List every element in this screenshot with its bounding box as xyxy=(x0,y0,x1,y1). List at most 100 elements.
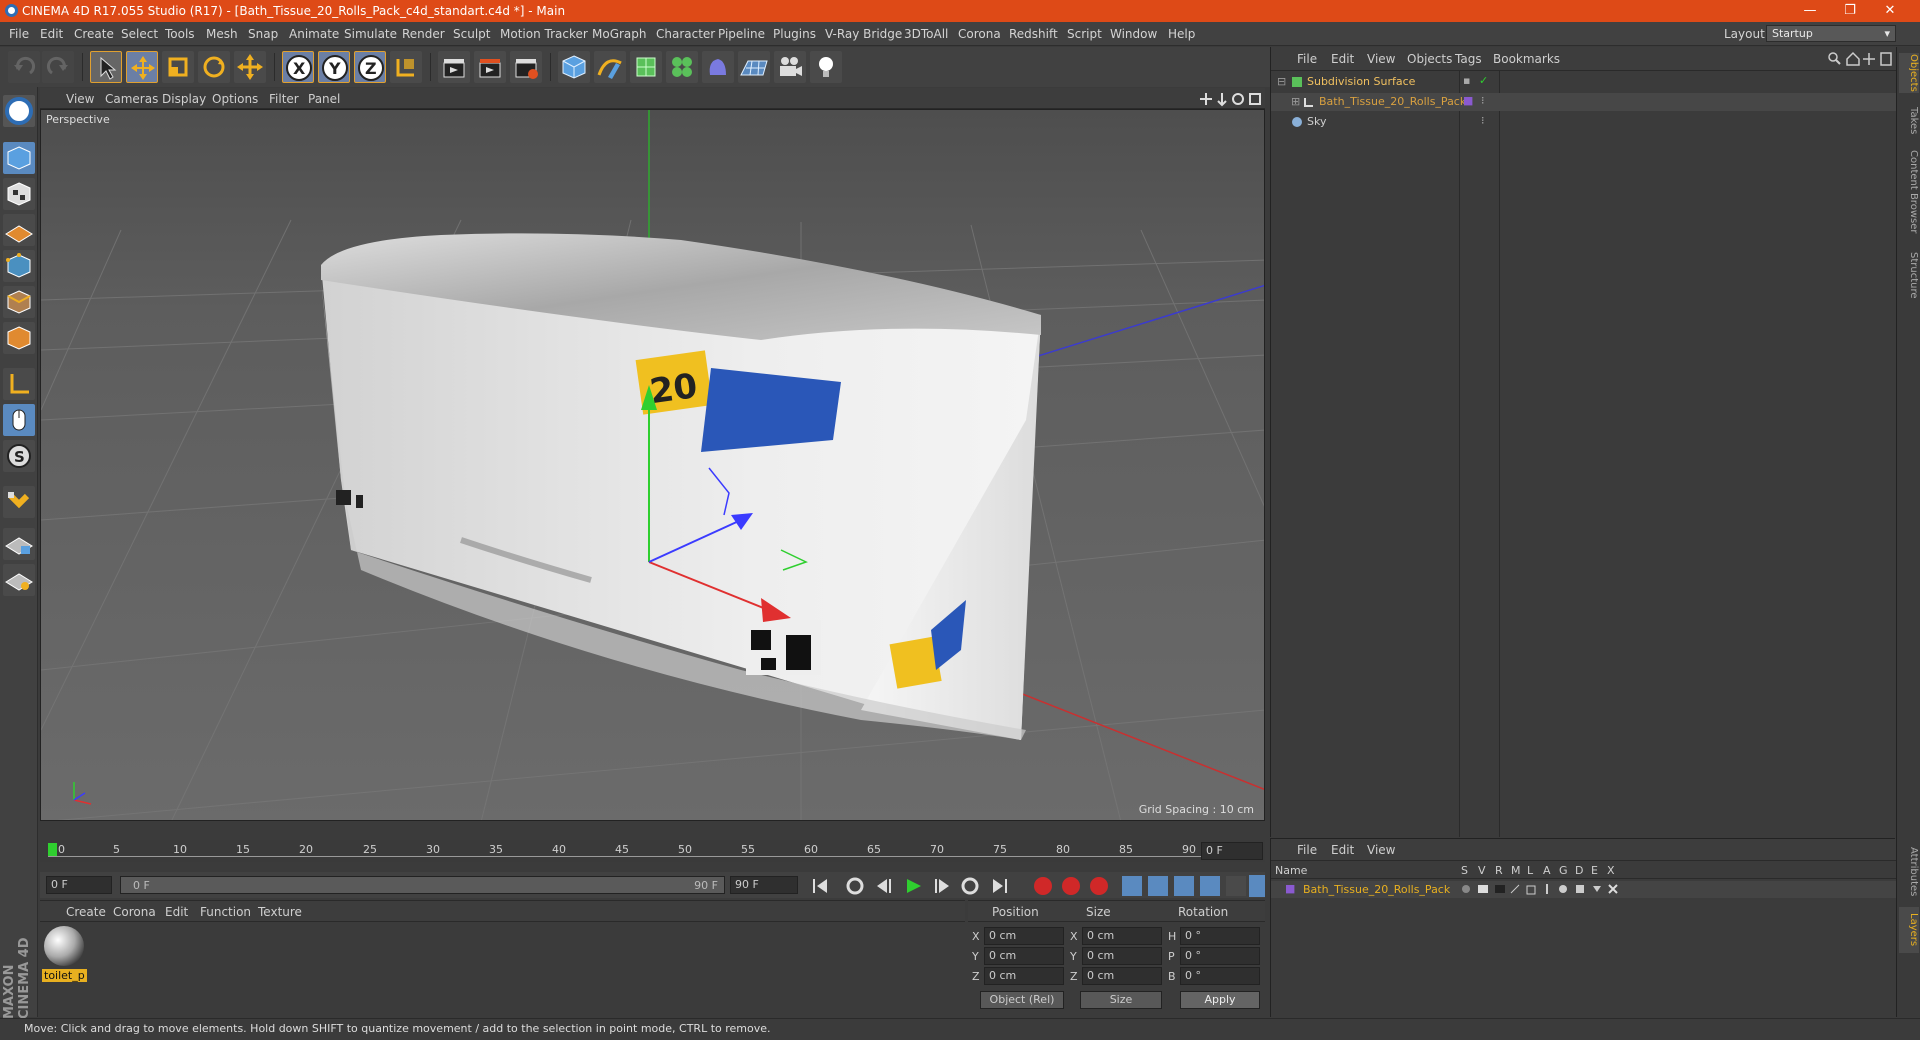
viewport-menu-cameras[interactable]: Cameras xyxy=(105,92,158,106)
coordinate-mode-select[interactable]: Object (Rel) xyxy=(980,991,1064,1009)
menu-redshift[interactable]: Redshift xyxy=(1009,27,1058,41)
maximize-button[interactable]: ❐ xyxy=(1830,0,1870,22)
add-deformer-button[interactable] xyxy=(702,51,734,83)
close-button[interactable]: ✕ xyxy=(1870,0,1910,22)
frame-range-slider[interactable]: 0 F 90 F xyxy=(120,876,725,894)
edges-mode-button[interactable] xyxy=(3,286,35,318)
layer-menu-view[interactable]: View xyxy=(1367,843,1395,857)
menu-select[interactable]: Select xyxy=(121,27,158,41)
object-menu-bookmarks[interactable]: Bookmarks xyxy=(1493,52,1560,66)
object-manager-nav-icons[interactable] xyxy=(1827,51,1893,67)
menu-snap[interactable]: Snap xyxy=(248,27,278,41)
menu-script[interactable]: Script xyxy=(1067,27,1102,41)
playhead-marker[interactable] xyxy=(48,843,57,857)
layer-menu-edit[interactable]: Edit xyxy=(1331,843,1354,857)
visibility-dots-icon[interactable]: ⁝ xyxy=(1481,94,1485,107)
object-menu-edit[interactable]: Edit xyxy=(1331,52,1354,66)
material-menu-edit[interactable]: Edit xyxy=(165,905,188,919)
tab-content-browser[interactable]: Content Browser xyxy=(1899,147,1919,237)
menu-sculpt[interactable]: Sculpt xyxy=(453,27,490,41)
add-floor-button[interactable] xyxy=(738,51,770,83)
object-menu-view[interactable]: View xyxy=(1367,52,1395,66)
tab-takes[interactable]: Takes xyxy=(1899,103,1919,139)
position-x-field[interactable]: 0 cm xyxy=(984,927,1064,945)
menu-file[interactable]: File xyxy=(9,27,29,41)
menu-plugins[interactable]: Plugins xyxy=(773,27,816,41)
menu-mograph[interactable]: MoGraph xyxy=(592,27,647,41)
perspective-viewport[interactable]: 20 Perspective Grid Spacing : 10 cm xyxy=(40,109,1265,821)
menu-character[interactable]: Character xyxy=(656,27,715,41)
render-picture-viewer-button[interactable] xyxy=(474,51,506,83)
texture-mode-button[interactable] xyxy=(3,178,35,210)
add-spline-button[interactable] xyxy=(594,51,626,83)
minimize-button[interactable]: — xyxy=(1790,0,1830,22)
size-x-field[interactable]: 0 cm xyxy=(1082,927,1162,945)
material-menu-corona[interactable]: Corona xyxy=(113,905,156,919)
menu-pipeline[interactable]: Pipeline xyxy=(718,27,765,41)
rotation-b-field[interactable]: 0 ° xyxy=(1180,967,1260,985)
viewport-menu-filter[interactable]: Filter xyxy=(269,92,299,106)
planar-workplane-button[interactable] xyxy=(3,564,35,596)
add-mograph-button[interactable] xyxy=(666,51,698,83)
menu-tools[interactable]: Tools xyxy=(165,27,195,41)
material-menu-create[interactable]: Create xyxy=(66,905,106,919)
tree-expand-icon[interactable]: ⊞ xyxy=(1291,95,1300,108)
menu-create[interactable]: Create xyxy=(74,27,114,41)
object-row-subdivision-surface[interactable]: ⊟ Subdivision Surface ▪ ✓ xyxy=(1271,73,1896,91)
object-menu-tags[interactable]: Tags xyxy=(1455,52,1482,66)
z-axis-lock-button[interactable]: Z xyxy=(354,51,386,83)
locked-workplane-button[interactable] xyxy=(3,528,35,560)
transform-tool-button[interactable] xyxy=(234,51,266,83)
object-menu-file[interactable]: File xyxy=(1297,52,1317,66)
position-y-field[interactable]: 0 cm xyxy=(984,947,1064,965)
tree-expand-icon[interactable]: ⊟ xyxy=(1277,75,1286,88)
tab-attributes[interactable]: Attributes xyxy=(1899,842,1919,902)
menu-3dtoall[interactable]: 3DToAll xyxy=(904,27,948,41)
layer-row[interactable]: ■ Bath_Tissue_20_Rolls_Pack xyxy=(1271,881,1896,898)
menu-window[interactable]: Window xyxy=(1110,27,1157,41)
visibility-toggle-icon[interactable]: ▪ xyxy=(1463,74,1470,87)
add-cube-button[interactable] xyxy=(558,51,590,83)
viewport-menu-options[interactable]: Options xyxy=(212,92,258,106)
undo-button[interactable] xyxy=(8,51,40,83)
size-z-field[interactable]: 0 cm xyxy=(1082,967,1162,985)
menu-render[interactable]: Render xyxy=(402,27,445,41)
object-row-sky[interactable]: Sky ⁝ xyxy=(1271,113,1896,131)
material-swatch[interactable]: toilet_p xyxy=(42,925,87,983)
viewport-navigation-icons[interactable] xyxy=(1200,91,1262,107)
scale-tool-button[interactable] xyxy=(162,51,194,83)
layer-color-icon[interactable]: ■ xyxy=(1285,882,1295,895)
live-selection-button[interactable] xyxy=(90,51,122,83)
playback-controls[interactable] xyxy=(805,875,1265,897)
polygons-mode-button[interactable] xyxy=(3,322,35,354)
tweak-mode-button[interactable] xyxy=(3,404,35,436)
model-mode-button[interactable] xyxy=(3,142,35,174)
rotate-tool-button[interactable] xyxy=(198,51,230,83)
size-mode-select[interactable]: Size xyxy=(1080,991,1162,1009)
apply-button[interactable]: Apply xyxy=(1180,991,1260,1009)
rotation-h-field[interactable]: 0 ° xyxy=(1180,927,1260,945)
material-menu-texture[interactable]: Texture xyxy=(258,905,302,919)
menu-simulate[interactable]: Simulate xyxy=(344,27,397,41)
add-camera-button[interactable] xyxy=(774,51,806,83)
x-axis-lock-button[interactable]: X xyxy=(282,51,314,83)
start-frame-field[interactable]: 0 F xyxy=(46,876,112,894)
render-view-button[interactable] xyxy=(438,51,470,83)
redo-button[interactable] xyxy=(42,51,74,83)
snapping-button[interactable]: S xyxy=(3,440,35,472)
viewport-menu-view[interactable]: View xyxy=(66,92,94,106)
menu-edit[interactable]: Edit xyxy=(40,27,63,41)
menu-corona[interactable]: Corona xyxy=(958,27,1001,41)
material-menu-function[interactable]: Function xyxy=(200,905,251,919)
menu-mesh[interactable]: Mesh xyxy=(206,27,238,41)
menu-help[interactable]: Help xyxy=(1168,27,1195,41)
magnet-button[interactable] xyxy=(3,486,35,518)
move-tool-button[interactable] xyxy=(126,51,158,83)
menu-motion-tracker[interactable]: Motion Tracker xyxy=(500,27,588,41)
render-settings-button[interactable] xyxy=(510,51,542,83)
points-mode-button[interactable] xyxy=(3,250,35,282)
current-frame-field[interactable]: 0 F xyxy=(1201,842,1263,860)
timeline-ruler[interactable]: 0 5 10 15 20 25 30 35 40 45 50 55 60 65 … xyxy=(40,840,1265,862)
menu-animate[interactable]: Animate xyxy=(289,27,339,41)
viewport-menu-display[interactable]: Display xyxy=(162,92,206,106)
